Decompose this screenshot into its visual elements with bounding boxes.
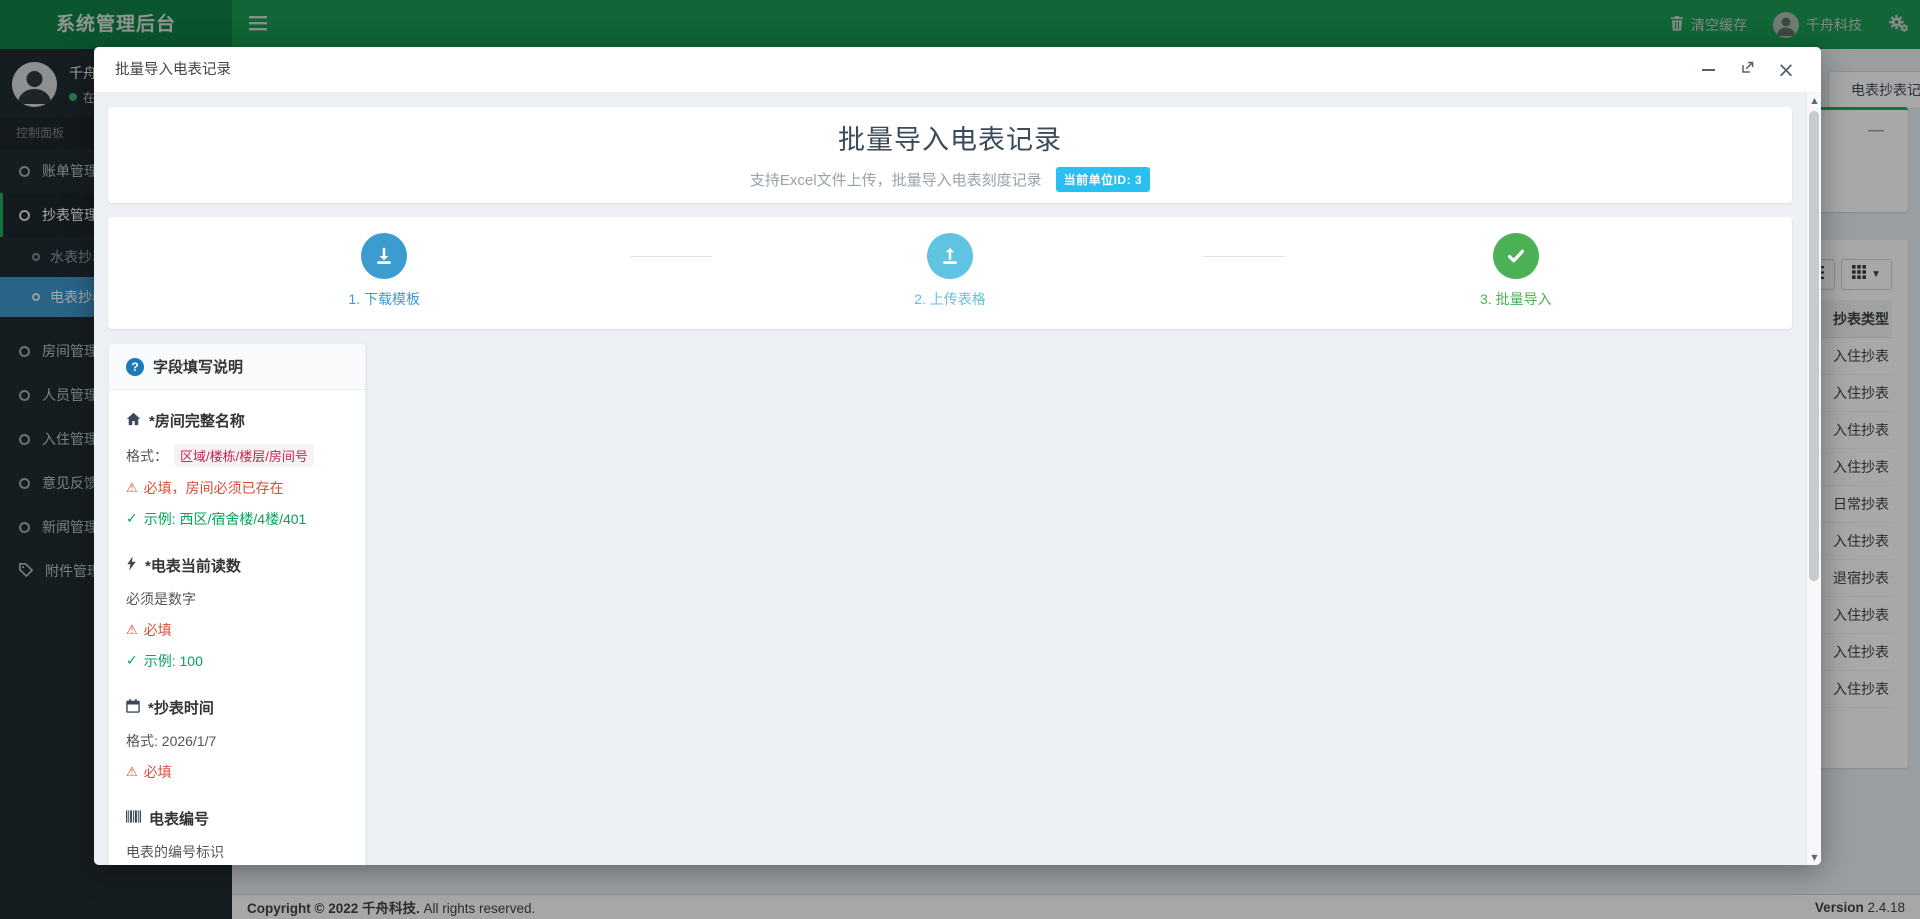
required-line: ⚠ 必填 [126,620,348,640]
unit-id-badge: 当前单位ID: 3 [1056,167,1151,192]
upload-icon [927,233,973,279]
minimize-icon [1702,69,1715,71]
field-section-room-name: *房间完整名称 格式： 区域/楼栋/楼层/房间号 ⚠ 必填，房间必须已存在 [126,410,348,529]
note-line: 电表的编号标识 [126,842,348,862]
close-icon: × [1777,61,1795,79]
warning-icon: ⚠ [126,623,138,638]
field-instructions-panel: ? 字段填写说明 *房间完整名称 格式： [108,343,366,865]
modal-hero-subtitle: 支持Excel文件上传，批量导入电表刻度记录 [750,169,1042,190]
steps-card: 1. 下载模板 2. 上传表格 3. 批量导入 [108,217,1792,329]
required-line: ⚠ 必填 [126,762,348,782]
format-line: 格式: 2026/1/7 [126,731,348,751]
field-section-meter-reading: *电表当前读数 必须是数字 ⚠ 必填 ✓ 示例: 100 [126,555,348,671]
field-section-title: *房间完整名称 [126,410,348,431]
field-section-title: 电表编号 [126,808,348,829]
step-connector [1203,256,1285,257]
warning-icon: ⚠ [126,481,138,496]
note-line: 必须是数字 [126,589,348,609]
step-label: 1. 下载模板 [304,289,464,309]
download-icon [361,233,407,279]
step-download-template[interactable]: 1. 下载模板 [304,233,464,309]
question-icon: ? [126,358,144,376]
field-section-reading-time: *抄表时间 格式: 2026/1/7 ⚠ 必填 [126,697,348,782]
modal-hero-title: 批量导入电表记录 [838,118,1062,157]
bolt-icon [126,556,137,575]
step-upload-sheet[interactable]: 2. 上传表格 [870,233,1030,309]
field-section-title: *抄表时间 [126,697,348,718]
field-section-meter-number: 电表编号 电表的编号标识 选填 [126,808,348,865]
modal-body: 批量导入电表记录 支持Excel文件上传，批量导入电表刻度记录 当前单位ID: … [94,93,1806,865]
field-panel-body: *房间完整名称 格式： 区域/楼栋/楼层/房间号 ⚠ 必填，房间必须已存在 [109,390,365,865]
check-icon [1493,233,1539,279]
step-batch-import[interactable]: 3. 批量导入 [1436,233,1596,309]
import-modal: 批量导入电表记录 × 批量导入电表记录 支持Excel文件上传，批量导入电表刻度… [94,47,1821,865]
modal-hero: 批量导入电表记录 支持Excel文件上传，批量导入电表刻度记录 当前单位ID: … [108,107,1792,203]
scrollbar-thumb[interactable] [1809,111,1819,581]
field-section-title: *电表当前读数 [126,555,348,576]
home-icon [126,412,141,430]
required-line: ⚠ 必填，房间必须已存在 [126,478,348,498]
maximize-button[interactable] [1738,61,1756,79]
step-label: 3. 批量导入 [1436,289,1596,309]
format-line: 格式： 区域/楼栋/楼层/房间号 [126,444,348,467]
warning-icon: ⚠ [126,765,138,780]
modal-scrollbar[interactable]: ▲ ▼ [1806,93,1821,865]
check-mark-icon: ✓ [126,653,138,669]
minimize-button[interactable] [1699,61,1717,79]
scroll-up-icon[interactable]: ▲ [1807,96,1821,105]
example-line: ✓ 示例: 西区/宿舍楼/4楼/401 [126,509,348,529]
step-connector [630,256,712,257]
field-panel-title: 字段填写说明 [153,356,243,377]
format-code: 区域/楼栋/楼层/房间号 [174,444,314,467]
step-label: 2. 上传表格 [870,289,1030,309]
example-line: ✓ 示例: 100 [126,651,348,671]
modal-window-title: 批量导入电表记录 [115,47,231,93]
calendar-icon [126,699,140,717]
barcode-icon [126,810,141,827]
modal-hero-subtitle-row: 支持Excel文件上传，批量导入电表刻度记录 当前单位ID: 3 [750,167,1150,192]
screen: 系统管理后台 清空缓存 千舟科技 [0,0,1920,919]
modal-window-buttons: × [1699,47,1795,93]
panel-row: ? 字段填写说明 *房间完整名称 格式： [108,343,1792,865]
close-button[interactable]: × [1777,61,1795,79]
check-mark-icon: ✓ [126,511,138,527]
modal-titlebar[interactable]: 批量导入电表记录 × [94,47,1821,93]
scroll-down-icon[interactable]: ▼ [1807,853,1821,862]
maximize-icon [1740,60,1755,80]
field-panel-header: ? 字段填写说明 [109,344,365,390]
